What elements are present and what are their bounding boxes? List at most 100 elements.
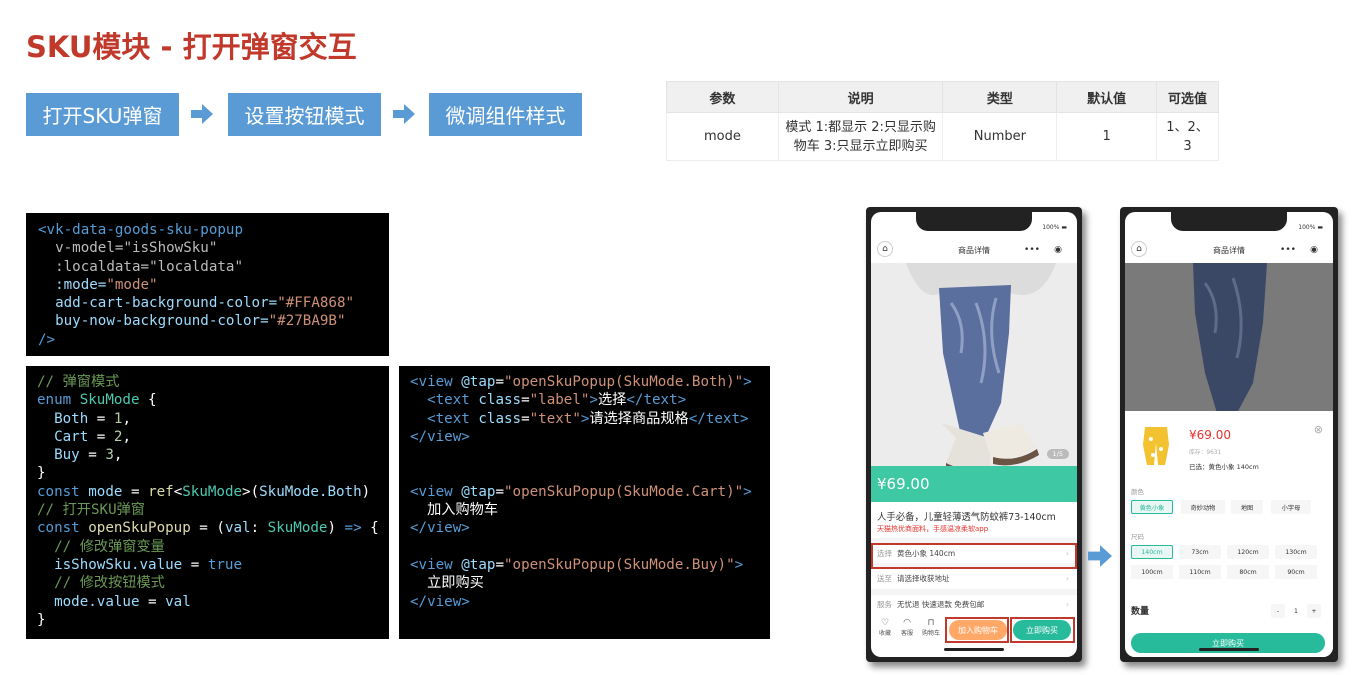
th-desc: 说明 (777, 81, 944, 113)
qty-input[interactable]: 1 (1287, 604, 1305, 618)
size-chip[interactable]: 100cm (1131, 565, 1173, 579)
product-title: 人手必备，儿童轻薄透气防蚊裤73-140cm (877, 512, 1056, 523)
row-service[interactable]: 服务 无忧退 快速退款 免费包邮 › (871, 589, 1077, 614)
code-token: mode.value (54, 593, 140, 610)
highlight-box (945, 617, 1009, 643)
th-options: 可选值 (1156, 81, 1219, 113)
code-token: 1 (113, 410, 123, 427)
step-style-tweak: 微调组件样式 (429, 93, 582, 136)
code-token: "isShowSku" (123, 240, 218, 257)
code-token: "localdata" (149, 258, 244, 275)
code-token: SkuMode (182, 483, 243, 500)
th-param: 参数 (666, 81, 779, 113)
service-button[interactable]: ◠ 客服 (899, 618, 915, 637)
phone-notch (1171, 212, 1287, 231)
battery-text: 100% (1298, 224, 1316, 231)
code-token: :localdata= (55, 258, 150, 275)
code-token: "openSkuPopup(SkuMode.Buy)" (503, 556, 735, 573)
code-token: mode (88, 483, 123, 500)
qty-plus-button[interactable]: + (1307, 604, 1321, 618)
code-token: view (418, 483, 453, 500)
code-token: isShowSku.value (54, 556, 183, 573)
battery-text: 100% (1042, 224, 1060, 231)
phone-sku-popup: 100% ▬ ⌂ 商品详情 ••• ◉ ¥69.00 库存：9631 已选：黄色小… (1120, 207, 1338, 662)
more-icon[interactable]: ••• (1280, 245, 1296, 255)
code-token: text (705, 410, 741, 427)
cart-label: 购物车 (921, 630, 940, 637)
qty-label: 数量 (1131, 607, 1150, 617)
code-token: add-cart-background-color= (55, 295, 278, 312)
size-chip[interactable]: 110cm (1179, 565, 1221, 579)
size-label: 尺码 (1131, 533, 1144, 541)
size-chip[interactable]: 80cm (1227, 565, 1269, 579)
code-token: const (37, 483, 80, 500)
code-token: <vk-data-goods-sku-popup (38, 222, 243, 238)
menu-capsule[interactable]: ••• ◉ (1273, 241, 1325, 258)
step-open-popup: 打开SKU弹窗 (26, 93, 179, 136)
row-value: 无忧退 快速退款 免费包邮 (897, 600, 985, 609)
arrow-right-icon (1088, 545, 1112, 567)
code-token: SkuMode.Both (259, 483, 362, 500)
code-token: 立即购买 (427, 575, 484, 592)
code-token: @tap (461, 483, 496, 500)
size-chip[interactable]: 130cm (1275, 545, 1317, 559)
fav-button[interactable]: ♡ 收藏 (877, 618, 893, 637)
close-icon[interactable]: ⊗ (1314, 423, 1323, 436)
sku-stock: 库存：9631 (1189, 450, 1222, 456)
code-token: text (435, 392, 470, 409)
cell-name: mode (666, 112, 779, 161)
size-chip[interactable]: 90cm (1275, 565, 1317, 579)
size-chip[interactable]: 140cm (1131, 545, 1173, 559)
desc-line: 物车 3:只显示立即购买 (793, 138, 928, 154)
code-token: "#27BA9B" (268, 313, 346, 330)
size-chip[interactable]: 120cm (1227, 545, 1269, 559)
service-label: 客服 (900, 630, 913, 637)
home-indicator (1199, 648, 1259, 651)
code-token: "text" (529, 410, 581, 427)
arrow-right-icon (191, 104, 213, 124)
code-token: openSkuPopup (88, 520, 191, 537)
table-header-row: 参数 说明 类型 默认值 可选值 (666, 81, 1219, 113)
more-icon[interactable]: ••• (1024, 245, 1040, 255)
code-token: buy-now-background-color= (55, 313, 269, 330)
size-chip[interactable]: 73cm (1179, 545, 1221, 559)
price-bar: ¥69.00 (871, 466, 1077, 502)
dimmed-product-image (1125, 263, 1333, 413)
code-token: "openSkuPopup(SkuMode.Both)" (503, 374, 744, 390)
table-row: mode 模式 1:都显示 2:只显示购 物车 3:只显示立即购买 Number … (666, 112, 1219, 161)
code-token: text (643, 392, 678, 409)
qty-minus-button[interactable]: - (1271, 604, 1285, 618)
phone-product-detail: 100% ▬ ⌂ 商品详情 ••• ◉ 1/5 ¥69.00 人手必备，儿童轻薄透… (866, 207, 1082, 662)
code-token: view (427, 428, 462, 445)
color-chip[interactable]: 黄色小象 (1131, 500, 1173, 514)
code-token: Buy (54, 447, 80, 464)
code-token: v-model= (55, 240, 124, 257)
code-token: 2 (113, 428, 123, 445)
code-token: } (37, 611, 46, 628)
product-photo (871, 263, 1077, 480)
cart-button[interactable]: ⊓ 购物车 (921, 618, 941, 637)
color-chip[interactable]: 奇妙动物 (1181, 500, 1225, 514)
close-target-icon[interactable]: ◉ (1054, 245, 1062, 255)
battery-indicator: 100% ▬ (1042, 224, 1067, 231)
code-token: val (165, 593, 191, 610)
color-chip[interactable]: 小字母 (1271, 500, 1311, 514)
desc-line: 模式 1:都显示 2:只显示购 (785, 119, 936, 135)
color-chip[interactable]: 地图 (1231, 500, 1263, 514)
cart-icon: ⊓ (927, 618, 935, 628)
row-label: 送至 (877, 574, 892, 583)
cell-type: Number (942, 112, 1058, 161)
menu-capsule[interactable]: ••• ◉ (1017, 241, 1069, 258)
phone-notch (916, 212, 1032, 231)
code-token: val (224, 520, 251, 537)
sku-price: ¥69.00 (1189, 428, 1231, 442)
param-table: 参数 说明 类型 默认值 可选值 mode 模式 1:都显示 2:只显示购 物车 … (666, 81, 1219, 161)
code-block-template: <vk-data-goods-sku-popup v-model="isShow… (26, 213, 389, 356)
code-token: 选择 (597, 392, 627, 409)
code-token: @tap (461, 374, 496, 390)
th-type: 类型 (942, 81, 1058, 113)
product-image[interactable]: 1/5 (871, 263, 1077, 480)
product-subtitle: 天猫热优商面料，手感温凉柔软app (877, 525, 989, 533)
close-target-icon[interactable]: ◉ (1310, 245, 1318, 255)
phone-screen: 100% ▬ ⌂ 商品详情 ••• ◉ 1/5 ¥69.00 人手必备，儿童轻薄透… (871, 212, 1077, 657)
